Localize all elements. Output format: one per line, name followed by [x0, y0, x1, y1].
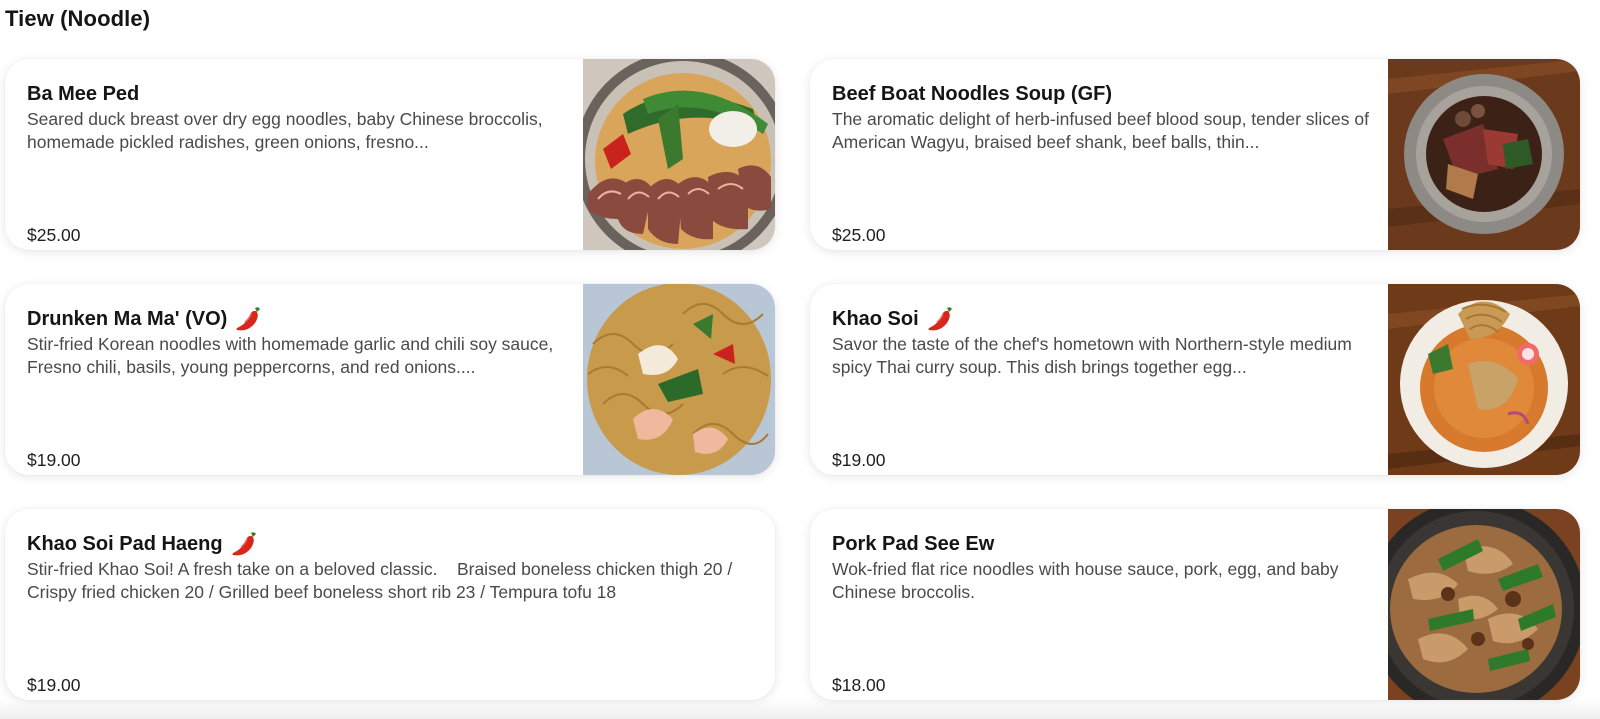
menu-item-description: Stir-fried Khao Soi! A fresh take on a b…: [27, 559, 738, 602]
beef-soup-bowl-image: [1388, 59, 1580, 250]
menu-item-description: The aromatic delight of herb-infused bee…: [832, 109, 1369, 152]
menu-item-body: Beef Boat Noodles Soup (GF) The aromatic…: [832, 81, 1370, 250]
menu-item-description: Stir-fried Korean noodles with homemade …: [27, 334, 559, 377]
menu-item-body: Khao Soi Pad Haeng Stir-fried Khao Soi! …: [27, 531, 753, 700]
menu-item-price: $19.00: [832, 450, 886, 470]
menu-item-name-text: Ba Mee Ped: [27, 83, 140, 105]
menu-item-name: Khao Soi: [832, 306, 1370, 332]
menu-item-card[interactable]: Khao Soi Pad Haeng Stir-fried Khao Soi! …: [5, 509, 775, 700]
chili-pepper-icon: [231, 532, 256, 556]
menu-item-price: $25.00: [832, 225, 886, 245]
menu-item-body: Pork Pad See Ew Wok-fried flat rice nood…: [832, 531, 1370, 700]
menu-item-price: $18.00: [832, 675, 886, 695]
menu-item-description: Wok-fried flat rice noodles with house s…: [832, 559, 1344, 602]
curry-soup-bowl-image: [1388, 284, 1580, 475]
shrimp-noodle-plate-image: [583, 284, 775, 475]
menu-item-card[interactable]: Pork Pad See Ew Wok-fried flat rice nood…: [810, 509, 1580, 700]
menu-item-description: Seared duck breast over dry egg noodles,…: [27, 109, 548, 152]
menu-item-card[interactable]: Ba Mee Ped Seared duck breast over dry e…: [5, 59, 775, 250]
menu-item-card[interactable]: Drunken Ma Ma' (VO) Stir-fried Korean no…: [5, 284, 775, 475]
menu-item-body: Drunken Ma Ma' (VO) Stir-fried Korean no…: [27, 306, 565, 475]
menu-page: Tiew (Noodle) Ba Mee Ped Seared duck bre…: [0, 0, 1600, 719]
menu-item-name-text: Drunken Ma Ma' (VO): [27, 308, 228, 330]
duck-noodle-bowl-image: [583, 59, 775, 250]
menu-item-price: $25.00: [27, 225, 81, 245]
menu-item-card[interactable]: Beef Boat Noodles Soup (GF) The aromatic…: [810, 59, 1580, 250]
menu-item-price: $19.00: [27, 675, 81, 695]
menu-item-card[interactable]: Khao Soi Savor the taste of the chef's h…: [810, 284, 1580, 475]
menu-item-name: Ba Mee Ped: [27, 81, 565, 107]
menu-item-name: Khao Soi Pad Haeng: [27, 531, 753, 557]
menu-item-name-text: Khao Soi Pad Haeng: [27, 533, 223, 555]
menu-item-body: Khao Soi Savor the taste of the chef's h…: [832, 306, 1370, 475]
menu-item-name: Pork Pad See Ew: [832, 531, 1370, 557]
menu-item-name-text: Beef Boat Noodles Soup (GF): [832, 83, 1112, 105]
menu-item-description: Savor the taste of the chef's hometown w…: [832, 334, 1357, 377]
bottom-scroll-fade: [0, 699, 1600, 719]
menu-item-name-text: Khao Soi: [832, 308, 919, 330]
chili-pepper-icon: [928, 307, 952, 331]
menu-item-name-text: Pork Pad See Ew: [832, 533, 995, 555]
menu-item-name: Beef Boat Noodles Soup (GF): [832, 81, 1370, 107]
chili-pepper-icon: [236, 307, 261, 331]
menu-grid: Ba Mee Ped Seared duck breast over dry e…: [5, 59, 1580, 700]
section-title: Tiew (Noodle): [5, 6, 151, 31]
menu-item-body: Ba Mee Ped Seared duck breast over dry e…: [27, 81, 565, 250]
pad-see-ew-plate-image: [1388, 509, 1580, 700]
menu-item-price: $19.00: [27, 450, 81, 470]
menu-item-name: Drunken Ma Ma' (VO): [27, 306, 565, 332]
